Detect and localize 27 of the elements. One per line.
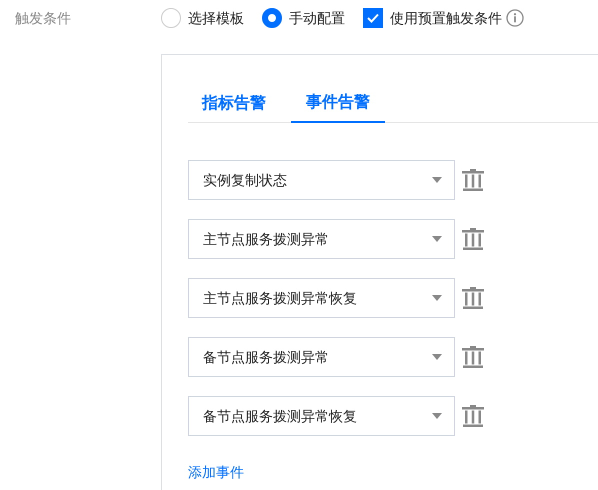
caret-icon bbox=[432, 236, 442, 242]
caret-icon bbox=[432, 413, 442, 419]
event-select[interactable]: 备节点服务拨测异常 bbox=[188, 337, 455, 377]
option-label: 使用预置触发条件 bbox=[390, 8, 502, 28]
info-icon[interactable] bbox=[506, 9, 524, 27]
delete-icon[interactable] bbox=[462, 287, 484, 309]
tab[interactable]: 指标告警 bbox=[188, 85, 281, 123]
caret-icon bbox=[432, 295, 442, 301]
add-event-link[interactable]: 添加事件 bbox=[188, 462, 244, 483]
field-label: 触发条件 bbox=[15, 8, 72, 28]
caret-icon bbox=[432, 177, 442, 183]
caret-icon bbox=[432, 354, 442, 360]
option-label: 手动配置 bbox=[289, 8, 345, 28]
delete-icon[interactable] bbox=[462, 405, 484, 427]
event-select[interactable]: 主节点服务拨测异常 bbox=[188, 219, 455, 259]
tab[interactable]: 事件告警 bbox=[291, 85, 385, 123]
event-select[interactable]: 主节点服务拨测异常恢复 bbox=[188, 278, 455, 318]
checkbox[interactable] bbox=[363, 8, 383, 28]
radio-button[interactable] bbox=[262, 8, 282, 28]
delete-icon[interactable] bbox=[462, 228, 484, 250]
check-icon bbox=[366, 11, 380, 25]
option-label: 选择模板 bbox=[188, 8, 244, 28]
delete-icon[interactable] bbox=[462, 346, 484, 368]
event-select[interactable]: 实例复制状态 bbox=[188, 160, 455, 200]
delete-icon[interactable] bbox=[462, 169, 484, 191]
radio-button[interactable] bbox=[161, 8, 181, 28]
event-select[interactable]: 备节点服务拨测异常恢复 bbox=[188, 396, 455, 436]
